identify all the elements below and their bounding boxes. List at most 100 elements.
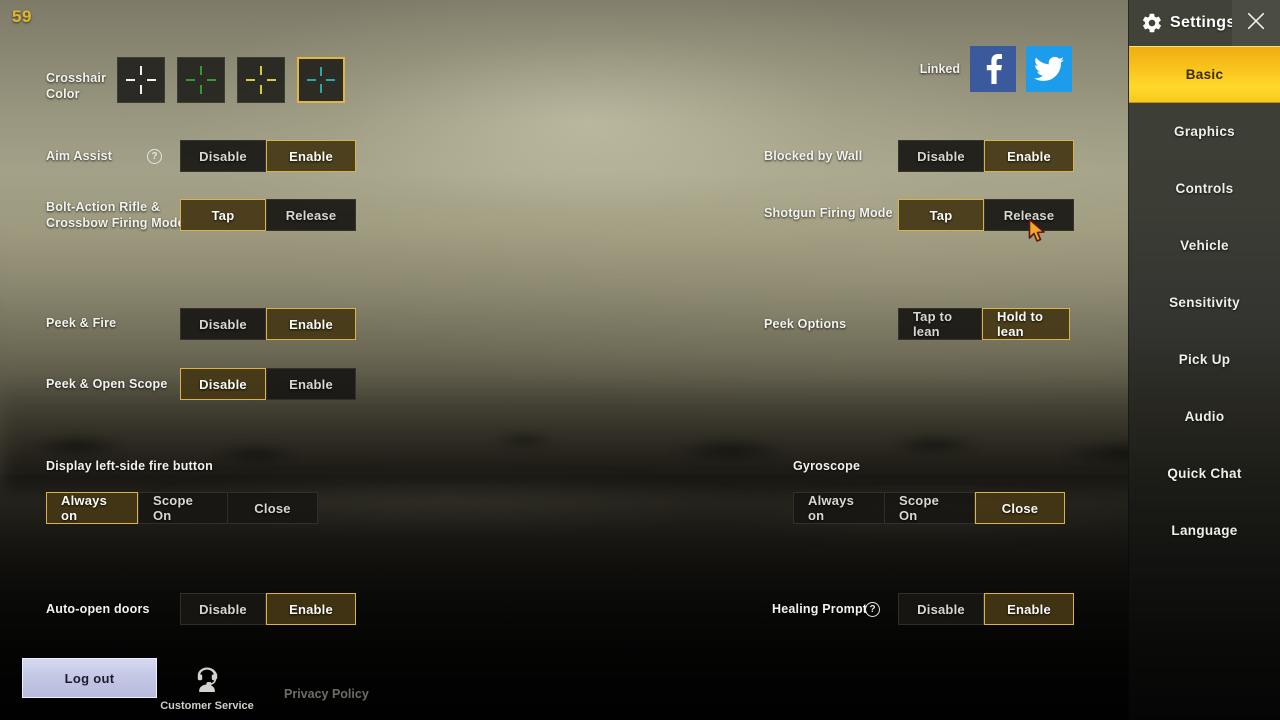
option-auto_open_doors-enable[interactable]: Enable: [266, 593, 356, 625]
option-peek_open_scope-enable[interactable]: Enable: [266, 368, 356, 400]
option-aim_assist-disable[interactable]: Disable: [180, 140, 266, 172]
crosshair-arm: [200, 85, 202, 94]
sidebar-menu: Basic Graphics Controls Vehicle Sensitivity P…: [1129, 46, 1280, 559]
crosshair-arm: [186, 79, 195, 81]
sidebar-item-label: Quick Chat: [1167, 466, 1242, 481]
help-icon-aim_assist[interactable]: ?: [147, 149, 162, 164]
game-settings-screen: 59 Crosshair Color Linked Aim Assist? Dis…: [0, 0, 1280, 720]
sidebar-item-label: Audio: [1184, 409, 1225, 424]
crosshair-swatch-green[interactable]: [177, 57, 225, 103]
crosshair-color-label: Crosshair Color: [46, 71, 107, 101]
sidebar-item-quick-chat[interactable]: Quick Chat: [1129, 445, 1280, 502]
sidebar-item-label: Graphics: [1174, 124, 1235, 139]
settings-title: Settings: [1170, 14, 1236, 31]
sidebar-item-sensitivity[interactable]: Sensitivity: [1129, 274, 1280, 331]
sidebar-item-basic[interactable]: Basic: [1129, 46, 1280, 103]
option-gyroscope-always-on[interactable]: Always on: [793, 492, 885, 524]
setting-control-auto_open_doors: Disable Enable: [180, 593, 356, 625]
option-left_fire_button-close[interactable]: Close: [228, 492, 318, 524]
sidebar-item-label: Controls: [1175, 181, 1234, 196]
sidebar-item-label: Basic: [1185, 67, 1224, 82]
logout-button[interactable]: Log out: [22, 658, 157, 698]
linked-label: Linked: [919, 62, 960, 76]
sidebar-item-language[interactable]: Language: [1129, 502, 1280, 559]
option-peek_fire-disable[interactable]: Disable: [180, 308, 266, 340]
option-blocked_by_wall-enable[interactable]: Enable: [984, 140, 1074, 172]
sidebar-item-pick-up[interactable]: Pick Up: [1129, 331, 1280, 388]
sidebar-item-label: Pick Up: [1178, 352, 1231, 367]
headset-icon: [188, 661, 226, 699]
option-aim_assist-enable[interactable]: Enable: [266, 140, 356, 172]
linked-accounts: Linked: [920, 46, 1072, 92]
crosshair-arm: [320, 84, 322, 93]
option-gyroscope-close[interactable]: Close: [975, 492, 1065, 524]
crosshair-swatch-yellow[interactable]: [237, 57, 285, 103]
crosshair-arm: [140, 85, 142, 94]
fps-counter: 59: [12, 7, 32, 26]
setting-label-gyroscope: Gyroscope: [793, 459, 861, 473]
crosshair-swatch-list: [117, 57, 345, 103]
setting-label-blocked_by_wall: Blocked by Wall: [764, 149, 863, 163]
customer-service-button[interactable]: Customer Service: [160, 661, 254, 712]
customer-service-label: Customer Service: [160, 700, 254, 712]
setting-control-shotgun_firing_mode: Tap Release: [898, 199, 1074, 231]
option-peek_options-hold-to-lean[interactable]: Hold to lean: [982, 308, 1070, 340]
privacy-policy-link[interactable]: Privacy Policy: [284, 687, 369, 701]
option-shotgun_firing_mode-tap[interactable]: Tap: [898, 199, 984, 231]
option-bolt_action-release[interactable]: Release: [266, 199, 356, 231]
sidebar-item-label: Sensitivity: [1169, 295, 1240, 310]
setting-control-bolt_action: Tap Release: [180, 199, 356, 231]
option-left_fire_button-always-on[interactable]: Always on: [46, 492, 138, 524]
option-healing_prompt-disable[interactable]: Disable: [898, 593, 984, 625]
crosshair-arm: [326, 79, 335, 81]
sidebar-item-controls[interactable]: Controls: [1129, 160, 1280, 217]
setting-label-bolt_action: Bolt-Action Rifle & Crossbow Firing Mode: [46, 200, 185, 230]
setting-control-gyroscope: Always on Scope On Close: [793, 492, 1065, 524]
crosshair-arm: [260, 85, 262, 94]
facebook-icon[interactable]: [970, 46, 1016, 92]
option-shotgun_firing_mode-release[interactable]: Release: [984, 199, 1074, 231]
setting-label-aim_assist: Aim Assist: [46, 149, 113, 163]
option-peek_options-tap-to-lean[interactable]: Tap to lean: [898, 308, 982, 340]
option-auto_open_doors-disable[interactable]: Disable: [180, 593, 266, 625]
option-healing_prompt-enable[interactable]: Enable: [984, 593, 1074, 625]
sidebar-item-audio[interactable]: Audio: [1129, 388, 1280, 445]
setting-control-healing_prompt: Disable Enable: [898, 593, 1074, 625]
setting-label-peek_options: Peek Options: [764, 317, 847, 331]
crosshair-arm: [260, 66, 262, 75]
option-bolt_action-tap[interactable]: Tap: [180, 199, 266, 231]
setting-label-peek_open_scope: Peek & Open Scope: [46, 377, 168, 391]
help-icon-healing_prompt[interactable]: ?: [865, 602, 880, 617]
sidebar-item-vehicle[interactable]: Vehicle: [1129, 217, 1280, 274]
setting-control-peek_options: Tap to lean Hold to lean: [898, 308, 1070, 340]
setting-control-peek_fire: Disable Enable: [180, 308, 356, 340]
crosshair-arm: [267, 79, 276, 81]
close-icon: [1245, 10, 1267, 37]
gear-icon: [1141, 12, 1163, 34]
sidebar-header: Settings: [1129, 0, 1280, 46]
crosshair-arm: [320, 67, 322, 76]
option-peek_open_scope-disable[interactable]: Disable: [180, 368, 266, 400]
setting-label-left_fire_button: Display left-side fire button: [46, 459, 213, 473]
setting-control-left_fire_button: Always on Scope On Close: [46, 492, 318, 524]
option-peek_fire-enable[interactable]: Enable: [266, 308, 356, 340]
settings-sidebar: Settings Basic Graphics Controls Vehicle Sen…: [1128, 0, 1280, 720]
setting-label-auto_open_doors: Auto-open doors: [46, 602, 150, 616]
crosshair-swatch-white[interactable]: [117, 57, 165, 103]
setting-control-peek_open_scope: Disable Enable: [180, 368, 356, 400]
twitter-icon[interactable]: [1026, 46, 1072, 92]
sidebar-item-graphics[interactable]: Graphics: [1129, 103, 1280, 160]
close-button[interactable]: [1232, 0, 1280, 46]
crosshair-arm: [307, 79, 316, 81]
setting-control-blocked_by_wall: Disable Enable: [898, 140, 1074, 172]
crosshair-arm: [140, 66, 142, 75]
option-gyroscope-scope-on[interactable]: Scope On: [885, 492, 975, 524]
setting-control-aim_assist: Disable Enable: [180, 140, 356, 172]
crosshair-swatch-cyan[interactable]: [297, 57, 345, 103]
option-blocked_by_wall-disable[interactable]: Disable: [898, 140, 984, 172]
setting-label-healing_prompt: Healing Prompt: [772, 602, 868, 616]
crosshair-arm: [126, 79, 135, 81]
option-left_fire_button-scope-on[interactable]: Scope On: [138, 492, 228, 524]
sidebar-item-label: Vehicle: [1180, 238, 1229, 253]
crosshair-color-row: Crosshair Color: [46, 57, 345, 103]
